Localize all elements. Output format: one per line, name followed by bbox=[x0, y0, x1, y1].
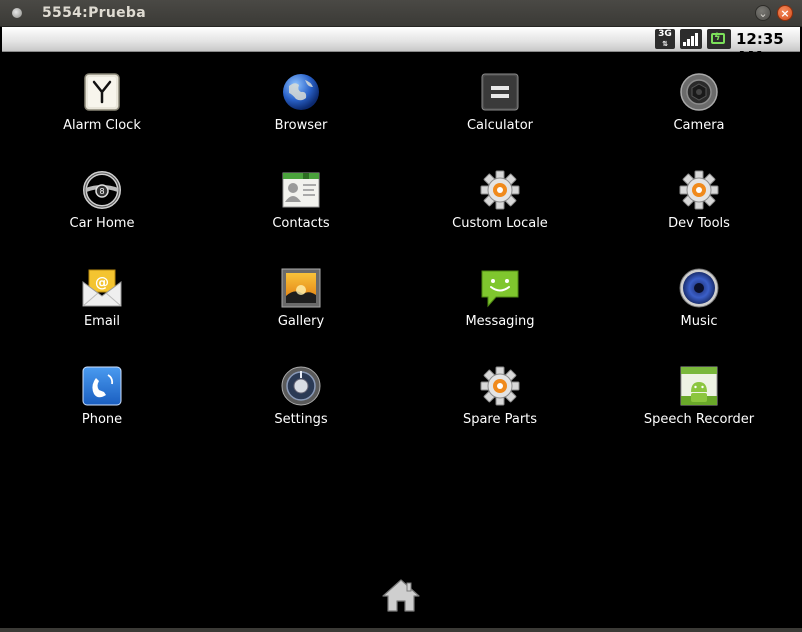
app-camera[interactable]: Camera bbox=[619, 52, 779, 148]
app-label: Email bbox=[83, 314, 121, 329]
phone-icon bbox=[82, 366, 122, 406]
window-title: 5554:Prueba bbox=[42, 5, 146, 21]
app-label: Camera bbox=[673, 118, 725, 133]
home-button[interactable] bbox=[381, 577, 421, 613]
app-settings[interactable]: Settings bbox=[221, 346, 381, 442]
app-gallery[interactable]: Gallery bbox=[221, 248, 381, 344]
app-label: Phone bbox=[81, 412, 123, 427]
custom-locale-gear-icon bbox=[480, 170, 520, 210]
app-alarm-clock[interactable]: Alarm Clock bbox=[22, 52, 182, 148]
browser-globe-icon bbox=[281, 72, 321, 112]
window-titlebar: 5554:Prueba ⌄ × bbox=[0, 0, 802, 27]
app-custom-locale[interactable]: Custom Locale bbox=[420, 150, 580, 246]
app-music[interactable]: Music bbox=[619, 248, 779, 344]
network-activity-arrows: ⇅ bbox=[662, 40, 668, 48]
app-phone[interactable]: Phone bbox=[22, 346, 182, 442]
app-label: Alarm Clock bbox=[63, 118, 141, 133]
app-calculator[interactable]: Calculator bbox=[420, 52, 580, 148]
email-envelope-icon: @ bbox=[82, 268, 122, 308]
svg-text:@: @ bbox=[95, 275, 109, 291]
speech-recorder-icon bbox=[679, 366, 719, 406]
window-bottom-border bbox=[0, 628, 802, 632]
settings-icon bbox=[281, 366, 321, 406]
app-dev-tools[interactable]: Dev Tools bbox=[619, 150, 779, 246]
battery-charging-icon: ϟ bbox=[707, 29, 731, 49]
app-label: Gallery bbox=[277, 314, 325, 329]
camera-icon bbox=[679, 72, 719, 112]
app-label: Browser bbox=[274, 118, 328, 133]
app-car-home[interactable]: 8 Car Home bbox=[22, 150, 182, 246]
app-label: Contacts bbox=[272, 216, 330, 231]
app-label: Calculator bbox=[466, 118, 533, 133]
signal-strength-icon bbox=[680, 29, 702, 49]
window-menu-icon[interactable] bbox=[12, 8, 22, 18]
app-label: Spare Parts bbox=[462, 412, 538, 427]
app-label: Car Home bbox=[69, 216, 135, 231]
app-email[interactable]: @ Email bbox=[22, 248, 182, 344]
app-label: Speech Recorder bbox=[643, 412, 755, 427]
dev-tools-gear-icon bbox=[679, 170, 719, 210]
app-browser[interactable]: Browser bbox=[221, 52, 381, 148]
app-label: Settings bbox=[274, 412, 328, 427]
app-label: Messaging bbox=[465, 314, 535, 329]
messaging-bubble-icon bbox=[480, 268, 520, 308]
alarm-clock-icon bbox=[82, 72, 122, 112]
contacts-icon bbox=[281, 170, 321, 210]
app-contacts[interactable]: Contacts bbox=[221, 150, 381, 246]
home-icon bbox=[382, 579, 420, 612]
spare-parts-gear-icon bbox=[480, 366, 520, 406]
app-label: Music bbox=[680, 314, 718, 329]
app-label: Custom Locale bbox=[452, 216, 548, 231]
app-speech-recorder[interactable]: Speech Recorder bbox=[619, 346, 779, 442]
gallery-icon bbox=[281, 268, 321, 308]
network-3g-icon: 3G ⇅ bbox=[655, 29, 675, 49]
network-type-label: 3G bbox=[658, 29, 672, 39]
car-home-icon: 8 bbox=[82, 170, 122, 210]
status-bar[interactable]: 3G ⇅ ϟ 12:35 AM bbox=[2, 27, 800, 66]
music-speaker-icon bbox=[679, 268, 719, 308]
minimize-button[interactable]: ⌄ bbox=[755, 5, 771, 21]
calculator-icon bbox=[480, 72, 520, 112]
app-label: Dev Tools bbox=[668, 216, 730, 231]
app-spare-parts[interactable]: Spare Parts bbox=[420, 346, 580, 442]
app-messaging[interactable]: Messaging bbox=[420, 248, 580, 344]
close-button[interactable]: × bbox=[777, 5, 793, 21]
svg-text:8: 8 bbox=[99, 187, 104, 196]
